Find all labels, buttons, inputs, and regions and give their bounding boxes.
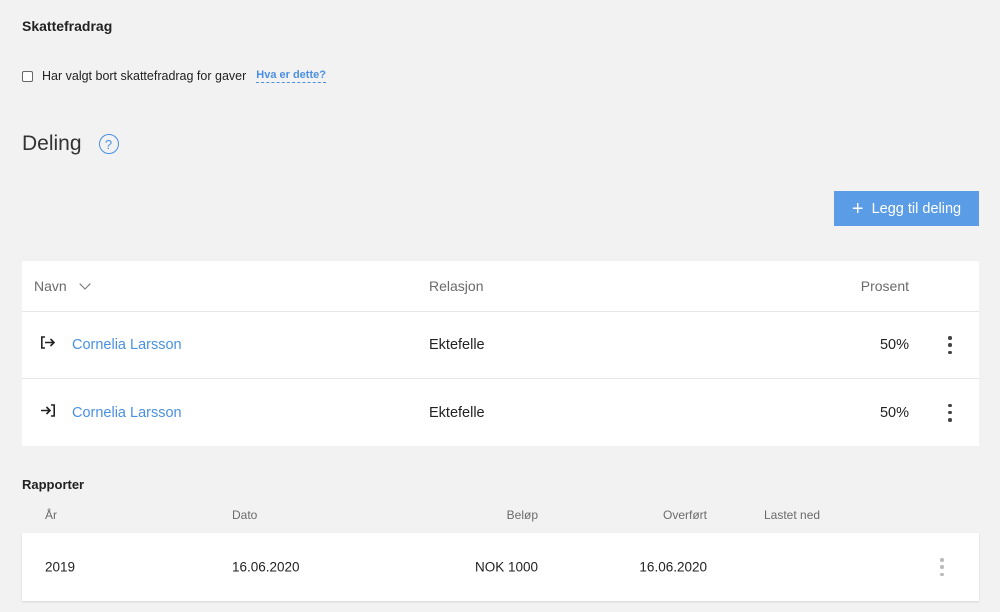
sharing-table: Navn Relasjon Prosent Cornelia Larsson E… bbox=[22, 261, 979, 446]
skattefradrag-checkbox-row: Har valgt bort skattefradrag for gaver H… bbox=[22, 67, 326, 85]
add-sharing-button[interactable]: + Legg til deling bbox=[834, 191, 979, 226]
sharing-percent: 50% bbox=[879, 337, 909, 353]
question-circle-icon[interactable]: ? bbox=[98, 134, 119, 154]
skattefradrag-checkbox[interactable] bbox=[22, 70, 33, 82]
skattefradrag-title: Skattefradrag bbox=[22, 18, 113, 34]
reports-column-date: Dato bbox=[232, 508, 258, 522]
sharing-relation: Ektefelle bbox=[429, 337, 485, 353]
reports-row: 2019 16.06.2020 NOK 1000 16.06.2020 bbox=[22, 533, 979, 601]
column-relation-header: Relasjon bbox=[429, 278, 484, 294]
deling-header: Deling ? bbox=[22, 132, 119, 156]
sharing-table-header: Navn Relasjon Prosent bbox=[22, 261, 979, 312]
column-name-header[interactable]: Navn bbox=[34, 278, 91, 294]
kebab-menu-icon[interactable] bbox=[935, 558, 949, 576]
report-date: 16.06.2020 bbox=[232, 559, 300, 575]
kebab-menu-icon[interactable] bbox=[943, 336, 957, 354]
sharing-name-link[interactable]: Cornelia Larsson bbox=[72, 405, 182, 421]
deling-title: Deling bbox=[22, 132, 82, 155]
report-amount: NOK 1000 bbox=[474, 559, 538, 575]
reports-title: Rapporter bbox=[22, 477, 85, 492]
chevron-down-icon bbox=[79, 278, 91, 290]
sharing-percent: 50% bbox=[879, 404, 909, 421]
reports-column-year: År bbox=[45, 508, 57, 522]
plus-icon: + bbox=[851, 197, 864, 220]
add-sharing-label: Legg til deling bbox=[871, 200, 962, 217]
kebab-menu-icon[interactable] bbox=[943, 403, 957, 422]
report-year: 2019 bbox=[45, 559, 76, 575]
arrow-in-icon bbox=[40, 403, 56, 422]
column-percent-header: Prosent bbox=[860, 278, 909, 294]
sharing-name-link[interactable]: Cornelia Larsson bbox=[72, 337, 182, 353]
sharing-relation: Ektefelle bbox=[429, 404, 485, 421]
report-transferred: 16.06.2020 bbox=[639, 559, 707, 575]
reports-column-amount: Beløp bbox=[506, 508, 538, 522]
skattefradrag-checkbox-label[interactable]: Har valgt bort skattefradrag for gaver bbox=[42, 69, 246, 83]
what-is-this-link[interactable]: Hva er dette? bbox=[256, 69, 326, 83]
sharing-row: Cornelia Larsson Ektefelle 50% bbox=[22, 312, 979, 379]
column-name-label: Navn bbox=[34, 278, 67, 294]
reports-column-downloaded: Lastet ned bbox=[764, 508, 821, 522]
reports-column-transferred: Overført bbox=[663, 508, 707, 522]
arrow-out-icon bbox=[40, 336, 56, 355]
sharing-row: Cornelia Larsson Ektefelle 50% bbox=[22, 379, 979, 446]
